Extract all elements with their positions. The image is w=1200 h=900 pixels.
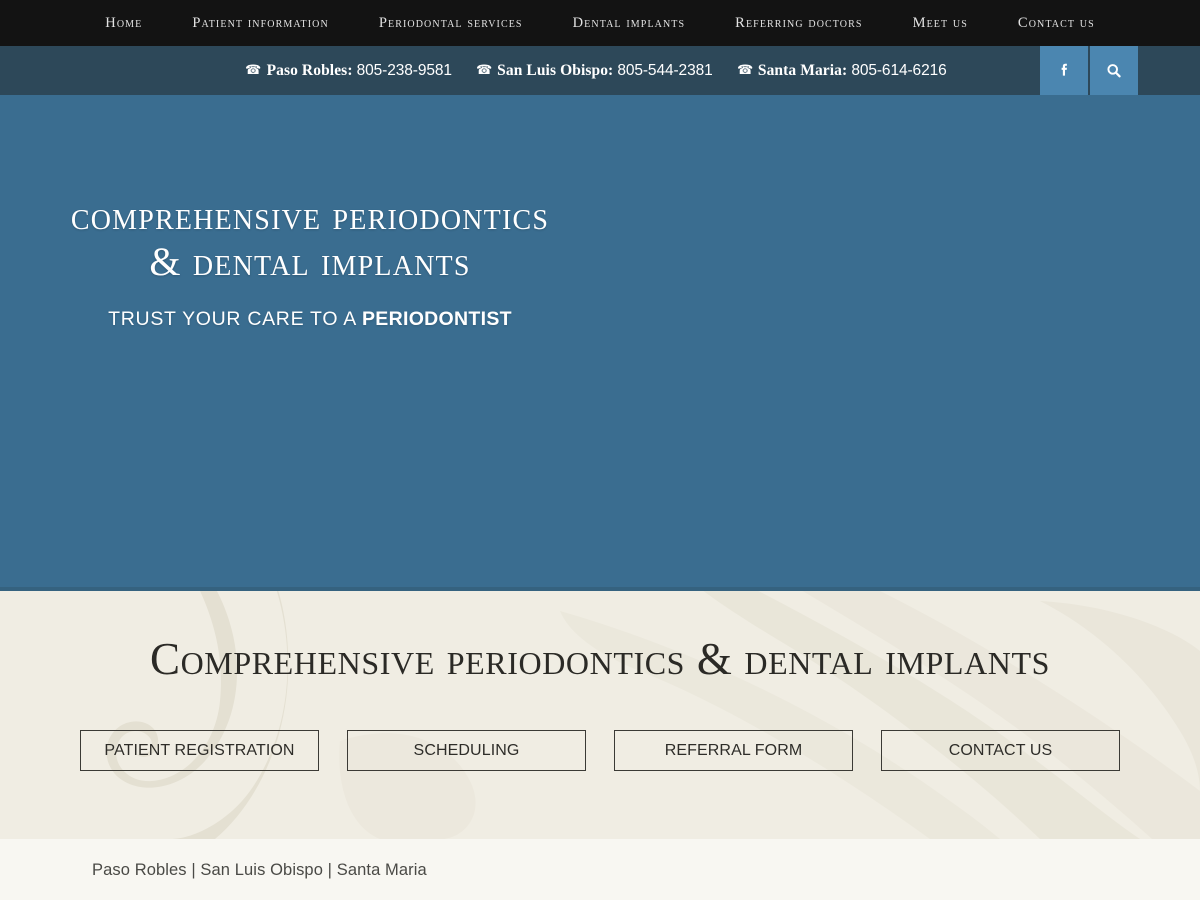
- facebook-button[interactable]: [1040, 46, 1088, 95]
- phone-link-san-luis-obispo[interactable]: ☎ San Luis Obispo: 805-544-2381: [476, 62, 713, 80]
- hero-tagline-prefix: TRUST YOUR CARE TO A: [108, 307, 362, 330]
- phone-icon: ☎: [736, 61, 753, 77]
- phone-number-paso-robles: 805-238-9581: [356, 61, 452, 79]
- facebook-icon: [1053, 60, 1075, 82]
- phone-link-santa-maria[interactable]: ☎ Santa Maria: 805-614-6216: [737, 62, 947, 80]
- hero-tagline-emphasis: PERIODONTIST: [361, 307, 512, 330]
- nav-item-referring-doctors[interactable]: Referring Doctors: [710, 0, 887, 46]
- cta-button-row: Patient Registration Scheduling Referral…: [0, 730, 1200, 771]
- phone-number-santa-maria: 805-614-6216: [851, 61, 947, 79]
- welcome-content: Comprehensive Periodontics & Dental Impl…: [0, 591, 1200, 771]
- patient-registration-button[interactable]: Patient Registration: [80, 730, 319, 771]
- footer-locations: Paso Robles | San Luis Obispo | Santa Ma…: [92, 860, 427, 879]
- phone-number-group: ☎ Paso Robles: 805-238-9581 ☎ San Luis O…: [245, 62, 954, 80]
- search-button[interactable]: [1090, 46, 1138, 95]
- contact-us-button[interactable]: Contact Us: [881, 730, 1120, 771]
- phone-label-san-luis-obispo: San Luis Obispo:: [497, 61, 614, 79]
- page-title: Comprehensive Periodontics & Dental Impl…: [149, 634, 1051, 684]
- hero-title-line-2: & Dental Implants: [149, 239, 471, 285]
- nav-item-periodontal-services[interactable]: Periodontal Services: [354, 0, 548, 46]
- phone-icon: ☎: [475, 61, 493, 77]
- hero-text-block: Comprehensive Periodontics & Dental Impl…: [0, 193, 620, 331]
- nav-item-home[interactable]: Home: [80, 0, 167, 46]
- scheduling-button[interactable]: Scheduling: [347, 730, 586, 771]
- main-navigation: Home Patient Information Periodontal Ser…: [0, 0, 1200, 46]
- hero-title-line-1: Comprehensive Periodontics: [70, 193, 550, 238]
- referral-form-button[interactable]: Referral Form: [614, 730, 853, 771]
- nav-item-contact-us[interactable]: Contact Us: [993, 0, 1120, 46]
- social-and-search-buttons: [1040, 46, 1138, 95]
- phone-icon: ☎: [245, 61, 262, 77]
- phone-label-paso-robles: Paso Robles:: [266, 61, 353, 79]
- nav-item-dental-implants[interactable]: Dental Implants: [548, 0, 711, 46]
- hero-banner: Comprehensive Periodontics & Dental Impl…: [0, 95, 1200, 591]
- nav-item-patient-information[interactable]: Patient Information: [167, 0, 353, 46]
- page-root: Home Patient Information Periodontal Ser…: [0, 0, 1200, 900]
- welcome-band: Comprehensive Periodontics & Dental Impl…: [0, 591, 1200, 839]
- contact-bar: ☎ Paso Robles: 805-238-9581 ☎ San Luis O…: [0, 46, 1200, 95]
- hero-title: Comprehensive Periodontics & Dental Impl…: [0, 193, 620, 286]
- footer: Paso Robles | San Luis Obispo | Santa Ma…: [0, 839, 1200, 900]
- phone-number-san-luis-obispo: 805-544-2381: [617, 61, 713, 79]
- search-icon: [1103, 60, 1125, 82]
- phone-label-santa-maria: Santa Maria:: [757, 61, 848, 79]
- phone-link-paso-robles[interactable]: ☎ Paso Robles: 805-238-9581: [245, 62, 452, 80]
- hero-tagline: TRUST YOUR CARE TO A PERIODONTIST: [0, 308, 620, 331]
- nav-item-meet-us[interactable]: Meet Us: [888, 0, 993, 46]
